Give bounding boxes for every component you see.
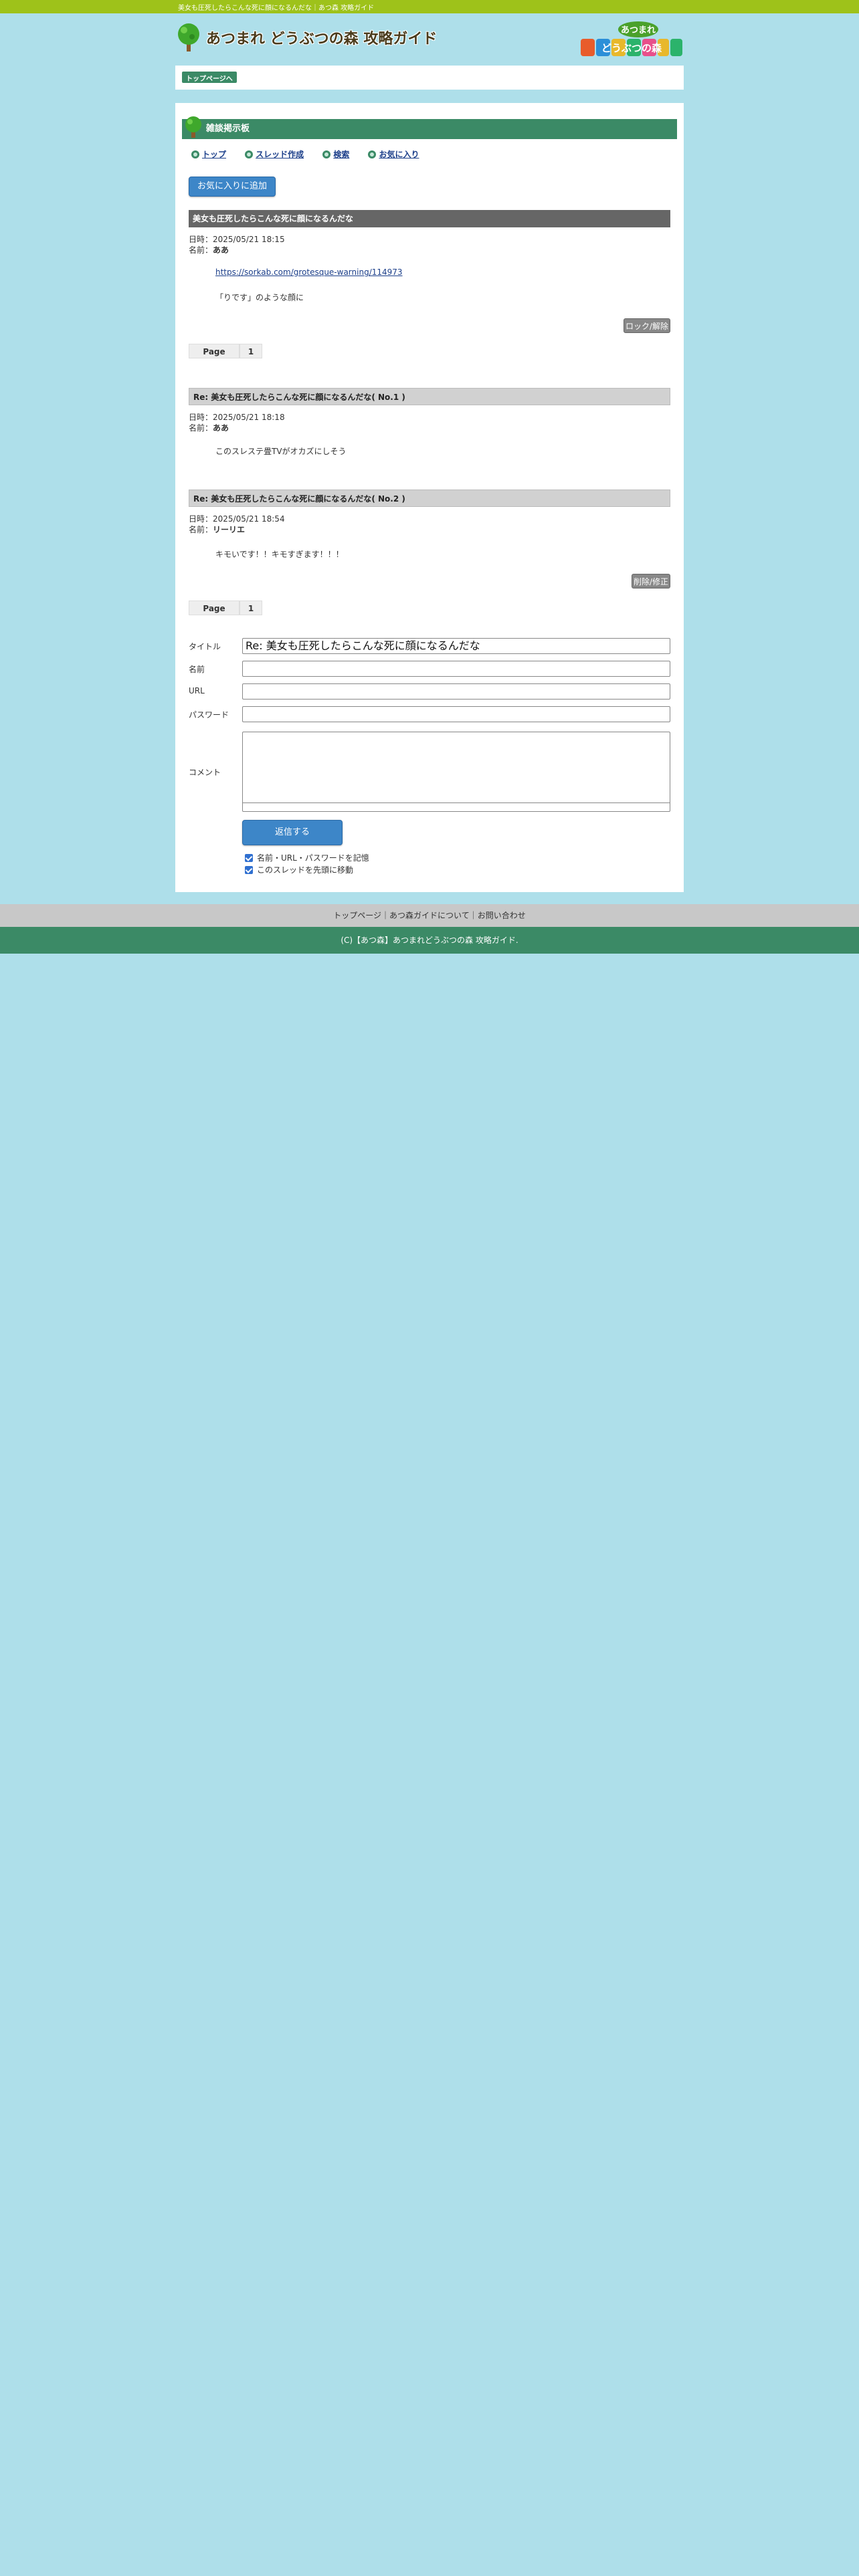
footer-copyright: (C)【あつ森】あつまれどうぶつの森 攻略ガイド. bbox=[0, 927, 859, 954]
page-label: Page bbox=[189, 344, 240, 358]
page-label: Page bbox=[189, 601, 240, 615]
bbs-title-bar: 雑談掲示板 bbox=[182, 116, 677, 139]
tree-icon bbox=[178, 23, 199, 51]
date-label: 日時： bbox=[189, 235, 213, 244]
move-top-option[interactable]: このスレッドを先頭に移動 bbox=[245, 864, 353, 875]
title-label: タイトル bbox=[189, 642, 221, 651]
reply-body: キモいです！！キモすぎます！！！ bbox=[215, 550, 344, 559]
nav-create-thread-label: スレッド作成 bbox=[256, 150, 304, 159]
comment-textarea-body[interactable] bbox=[243, 732, 670, 803]
page-number[interactable]: 1 bbox=[240, 601, 262, 615]
thread-meta: 日時：2025/05/21 18:15 名前：ああ bbox=[189, 234, 285, 255]
pager-top: Page 1 bbox=[189, 344, 262, 358]
remember-label: 名前・URL・パスワードを記憶 bbox=[257, 853, 369, 863]
move-top-checkbox[interactable] bbox=[245, 865, 253, 874]
reply-meta: 日時：2025/05/21 18:18 名前：ああ bbox=[189, 412, 285, 433]
delete-edit-button[interactable]: 削除/修正 bbox=[632, 574, 670, 588]
comment-textarea[interactable] bbox=[242, 732, 670, 812]
date-label: 日時： bbox=[189, 413, 213, 422]
site-header: あつまれ どうぶつの森 攻略ガイド あつまれ どうぶつの森 bbox=[175, 20, 684, 62]
add-favorite-button[interactable]: お気に入りに追加 bbox=[189, 177, 276, 197]
top-strip-text: 美女も圧死したらこんな死に顔になるんだな｜あつ森 攻略ガイド bbox=[178, 5, 375, 12]
reply-title: Re: 美女も圧死したらこんな死に顔になるんだな( No.2 ) bbox=[189, 490, 670, 507]
name-label: 名前： bbox=[189, 245, 213, 255]
breadcrumb: トップページへ bbox=[175, 66, 684, 90]
remember-option[interactable]: 名前・URL・パスワードを記憶 bbox=[245, 852, 369, 863]
footer-links[interactable]: トップページ｜あつ森ガイドについて｜お問い合わせ bbox=[0, 904, 859, 927]
reply-author: リーリエ bbox=[213, 525, 246, 534]
game-logo: あつまれ どうぶつの森 bbox=[581, 21, 682, 56]
name-label: 名前： bbox=[189, 423, 213, 433]
thread-date: 2025/05/21 18:15 bbox=[213, 235, 285, 244]
comment-label: コメント bbox=[189, 768, 221, 777]
date-label: 日時： bbox=[189, 514, 213, 524]
url-label: URL bbox=[189, 686, 205, 695]
name-label: 名前： bbox=[189, 525, 213, 534]
reply-meta: 日時：2025/05/21 18:54 名前：リーリエ bbox=[189, 514, 285, 535]
nav-top-label: トップ bbox=[202, 150, 227, 159]
circle-arrow-icon bbox=[322, 150, 331, 158]
nav-search[interactable]: 検索 bbox=[322, 148, 349, 160]
circle-arrow-icon bbox=[191, 150, 199, 158]
bbs-panel: 雑談掲示板 トップ スレッド作成 検索 お気に入り お気に入りに追加 美女も圧死… bbox=[175, 103, 684, 892]
reply-author: ああ bbox=[213, 423, 229, 433]
site-title[interactable]: あつまれ どうぶつの森 攻略ガイド bbox=[206, 27, 437, 48]
reply-date: 2025/05/21 18:18 bbox=[213, 413, 285, 422]
nav-favorites[interactable]: お気に入り bbox=[368, 148, 419, 160]
name-input[interactable] bbox=[242, 661, 670, 677]
tree-icon bbox=[185, 116, 201, 138]
page-number[interactable]: 1 bbox=[240, 344, 262, 358]
move-top-label: このスレッドを先頭に移動 bbox=[257, 865, 354, 875]
thread-author: ああ bbox=[213, 245, 229, 255]
bbs-nav: トップ スレッド作成 検索 お気に入り bbox=[191, 148, 435, 160]
url-input[interactable] bbox=[242, 683, 670, 700]
password-label: パスワード bbox=[189, 710, 229, 720]
reply-body: このスレステ畳TVがオカズにしそう bbox=[215, 447, 347, 456]
logo-line-1: あつまれ bbox=[621, 25, 656, 35]
breadcrumb-top-link[interactable]: トップページへ bbox=[182, 72, 237, 83]
nav-favorites-label: お気に入り bbox=[379, 150, 419, 159]
pager-bottom: Page 1 bbox=[189, 601, 262, 615]
nav-search-label: 検索 bbox=[333, 150, 350, 159]
reply-date: 2025/05/21 18:54 bbox=[213, 514, 285, 524]
circle-arrow-icon bbox=[368, 150, 377, 158]
thread-body: 「りです」のような顔に bbox=[215, 293, 304, 302]
top-strip: 美女も圧死したらこんな死に顔になるんだな｜あつ森 攻略ガイド bbox=[0, 0, 859, 13]
nav-top[interactable]: トップ bbox=[191, 148, 226, 160]
thread-link[interactable]: https://sorkab.com/grotesque-warning/114… bbox=[215, 267, 403, 277]
lock-button[interactable]: ロック/解除 bbox=[624, 318, 670, 333]
circle-arrow-icon bbox=[245, 150, 254, 158]
bbs-title: 雑談掲示板 bbox=[206, 124, 250, 134]
remember-checkbox[interactable] bbox=[245, 853, 253, 862]
submit-button[interactable]: 返信する bbox=[242, 820, 343, 845]
thread-title: 美女も圧死したらこんな死に顔になるんだな bbox=[189, 210, 670, 227]
password-input[interactable] bbox=[242, 706, 670, 722]
nav-create-thread[interactable]: スレッド作成 bbox=[245, 148, 304, 160]
title-input[interactable]: Re: 美女も圧死したらこんな死に顔になるんだな bbox=[242, 638, 670, 654]
logo-line-2: どうぶつの森 bbox=[601, 42, 662, 54]
name-label: 名前 bbox=[189, 665, 205, 674]
reply-title: Re: 美女も圧死したらこんな死に顔になるんだな( No.1 ) bbox=[189, 388, 670, 405]
